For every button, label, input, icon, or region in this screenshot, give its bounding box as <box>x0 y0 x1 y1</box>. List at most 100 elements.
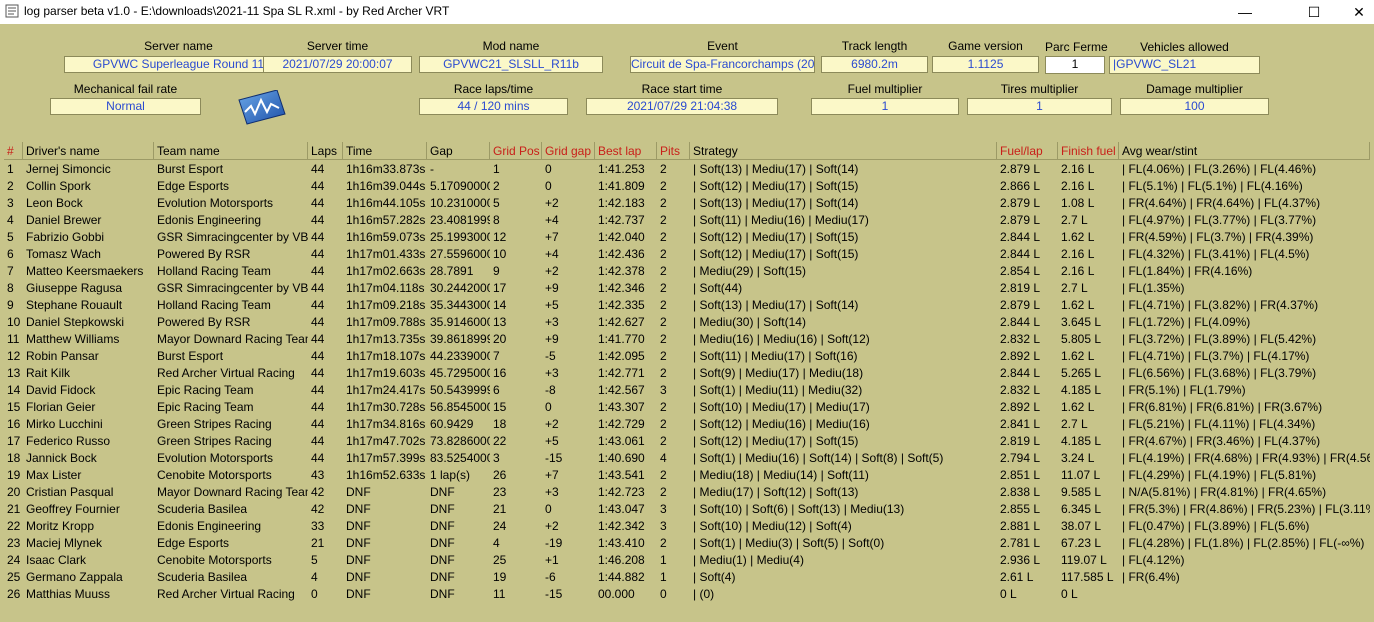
col-avg-wear-cell <box>1119 586 1370 603</box>
race-laps-time-field[interactable]: 44 / 120 mins <box>419 98 568 115</box>
col-driver-cell: Geoffrey Fournier <box>26 502 120 516</box>
table-row[interactable]: 18 Jannick Bock Evolution Motorsports 44 1h1… <box>4 450 1370 467</box>
table-row[interactable]: 4 Daniel Brewer Edonis Engineering 44 1h16m5… <box>4 212 1370 229</box>
header-col-team[interactable]: Team name <box>154 142 308 160</box>
track-length-field[interactable]: 6980.2m <box>821 56 928 73</box>
header-col-laps[interactable]: Laps <box>308 142 343 160</box>
header-col-gap[interactable]: Gap <box>427 142 490 160</box>
maximize-button[interactable]: ☐ <box>1291 0 1337 24</box>
close-button[interactable]: ✕ <box>1336 0 1374 24</box>
header-col-finish-fuel[interactable]: Finish fuel <box>1058 142 1119 160</box>
header-col-driver[interactable]: Driver's name <box>23 142 154 160</box>
col-best-lap-cell: 1:42.342 <box>598 519 645 533</box>
event-field[interactable]: Circuit de Spa-Francorchamps (2021) <box>630 56 815 73</box>
table-row[interactable]: 23 Maciej Mlynek Edge Esports 21 DNF DNF 4 -19 1… <box>4 535 1370 552</box>
table-row[interactable]: 24 Isaac Clark Cenobite Motorsports 5 DNF DNF… <box>4 552 1370 569</box>
header-col-strategy[interactable]: Strategy <box>690 142 997 160</box>
col-grid-pos-cell: 15 <box>493 400 507 414</box>
header-col-grid-pos[interactable]: Grid Pos <box>490 142 542 160</box>
fuel-multiplier-field[interactable]: 1 <box>811 98 959 115</box>
header-col-rank[interactable]: # <box>4 142 23 160</box>
table-row[interactable]: 1 Jernej Simoncic Burst Esport 44 1h16m33.87… <box>4 161 1370 178</box>
col-driver-cell: Rait Kilk <box>26 366 71 380</box>
header-col-fuel-lap[interactable]: Fuel/lap <box>997 142 1058 160</box>
col-best-lap-cell: 1:42.378 <box>598 264 645 278</box>
game-version-field[interactable]: 1.1125 <box>932 56 1039 73</box>
col-grid-gap-cell: -15 <box>545 451 563 465</box>
col-avg-wear-cell: | FL(3.72%) | FL(3.89%) | FL(5.42%) <box>1122 332 1317 346</box>
col-time-cell: DNF <box>346 502 371 516</box>
table-row[interactable]: 3 Leon Bock Evolution Motorsports 44 1h16m44… <box>4 195 1370 212</box>
col-grid-gap-cell: +1 <box>545 553 559 567</box>
col-fuel-lap-cell: 2.844 L <box>1000 315 1041 329</box>
col-strategy-cell: | Soft(9) | Mediu(17) | Mediu(18) <box>693 366 864 380</box>
header-col-avg-wear[interactable]: Avg wear/stint <box>1119 142 1370 160</box>
damage-multiplier-field[interactable]: 100 <box>1120 98 1269 115</box>
table-row[interactable]: 2 Collin Spork Edge Esports 44 1h16m39.044s 5… <box>4 178 1370 195</box>
results-table[interactable]: # Driver's name Team name Laps Time Gap Grid P… <box>4 142 1370 604</box>
col-gap-cell: DNF <box>430 570 455 584</box>
server-name-field[interactable]: GPVWC Superleague Round 11 <box>64 56 293 73</box>
col-strategy-cell: | Soft(12) | Mediu(17) | Soft(15) <box>693 179 859 193</box>
mechanical-fail-rate-field[interactable]: Normal <box>50 98 201 115</box>
col-fuel-lap-cell: 2.794 L <box>1000 451 1041 465</box>
race-start-time-field[interactable]: 2021/07/29 21:04:38 <box>586 98 778 115</box>
col-grid-pos-cell: 25 <box>493 553 507 567</box>
table-row[interactable]: 20 Cristian Pasqual Mayor Downard Racing T… <box>4 484 1370 501</box>
table-row[interactable]: 10 Daniel Stepkowski Powered By RSR 44 1h17m… <box>4 314 1370 331</box>
header-col-best-lap[interactable]: Best lap <box>595 142 657 160</box>
server-time-field[interactable]: 2021/07/29 20:00:07 <box>263 56 412 73</box>
col-fuel-lap-cell: 2.819 L <box>1000 434 1041 448</box>
col-gap-cell: 73.8286000 <box>430 434 490 448</box>
table-row[interactable]: 5 Fabrizio Gobbi GSR Simracingcenter by VB… <box>4 229 1370 246</box>
col-grid-pos-cell: 3 <box>493 451 500 465</box>
table-row[interactable]: 19 Max Lister Cenobite Motorsports 43 1h16m5… <box>4 467 1370 484</box>
col-finish-fuel-cell: 117.585 L <box>1061 570 1114 584</box>
table-row[interactable]: 9 Stephane Rouault Holland Racing Team 44 1h… <box>4 297 1370 314</box>
parc-ferme-field[interactable]: 1 <box>1045 56 1105 74</box>
col-laps-cell: 44 <box>311 349 325 363</box>
vehicles-allowed-field[interactable]: |GPVWC_SL21 <box>1109 56 1260 74</box>
table-row[interactable]: 21 Geoffrey Fournier Scuderia Basilea 42 DNF… <box>4 501 1370 518</box>
col-pits-cell: 2 <box>660 366 667 380</box>
col-best-lap-cell: 1:41.253 <box>598 162 645 176</box>
tires-multiplier-field[interactable]: 1 <box>967 98 1112 115</box>
table-row[interactable]: 15 Florian Geier Epic Racing Team 44 1h17m30… <box>4 399 1370 416</box>
table-row[interactable]: 16 Mirko Lucchini Green Stripes Racing 44 1h… <box>4 416 1370 433</box>
col-finish-fuel-cell: 5.805 L <box>1061 332 1102 346</box>
header-col-pits[interactable]: Pits <box>657 142 690 160</box>
header-col-time[interactable]: Time <box>343 142 427 160</box>
table-row[interactable]: 25 Germano Zappala Scuderia Basilea 4 DNF DNF… <box>4 569 1370 586</box>
table-row[interactable]: 6 Tomasz Wach Powered By RSR 44 1h17m01.433s… <box>4 246 1370 263</box>
col-avg-wear-cell: | FR(4.67%) | FR(3.46%) | FL(4.37%) <box>1122 434 1321 448</box>
table-row[interactable]: 17 Federico Russo Green Stripes Racing 44 1h… <box>4 433 1370 450</box>
header-col-grid-gap[interactable]: Grid gap <box>542 142 595 160</box>
col-laps-cell: 44 <box>311 196 325 210</box>
table-row[interactable]: 7 Matteo Keersmaekers Holland Racing Team 4… <box>4 263 1370 280</box>
table-row[interactable]: 13 Rait Kilk Red Archer Virtual Racing 44 1h… <box>4 365 1370 382</box>
col-pits-cell: 2 <box>660 400 667 414</box>
table-row[interactable]: 8 Giuseppe Ragusa GSR Simracingcenter by V… <box>4 280 1370 297</box>
col-grid-pos-cell: 26 <box>493 468 507 482</box>
col-gap-cell: 60.9429 <box>430 417 474 431</box>
col-time-cell: DNF <box>346 587 371 601</box>
col-grid-pos-cell: 12 <box>493 230 507 244</box>
table-row[interactable]: 26 Matthias Muuss Red Archer Virtual Racin… <box>4 586 1370 603</box>
col-pits-cell: 2 <box>660 162 667 176</box>
table-row[interactable]: 14 David Fidock Epic Racing Team 44 1h17m24.… <box>4 382 1370 399</box>
table-row[interactable]: 11 Matthew Williams Mayor Downard Racing T… <box>4 331 1370 348</box>
table-row[interactable]: 12 Robin Pansar Burst Esport 44 1h17m18.107s… <box>4 348 1370 365</box>
col-avg-wear-cell: | FL(4.71%) | FL(3.7%) | FL(4.17%) <box>1122 349 1310 363</box>
col-grid-gap-cell: +2 <box>545 417 559 431</box>
col-rank-cell: 17 <box>7 434 21 448</box>
col-gap-cell: 25.1993000 <box>430 230 490 244</box>
col-driver-cell: Max Lister <box>26 468 82 482</box>
col-fuel-lap-cell: 2.819 L <box>1000 281 1041 295</box>
col-best-lap-cell: 1:43.047 <box>598 502 645 516</box>
mod-name-field[interactable]: GPVWC21_SLSLL_R11b <box>419 56 603 73</box>
table-row[interactable]: 22 Moritz Kropp Edonis Engineering 33 DNF DNF… <box>4 518 1370 535</box>
col-best-lap-cell: 1:41.809 <box>598 179 645 193</box>
col-laps-cell: 21 <box>311 536 325 550</box>
minimize-button[interactable]: — <box>1222 0 1268 24</box>
col-laps-cell: 44 <box>311 383 325 397</box>
